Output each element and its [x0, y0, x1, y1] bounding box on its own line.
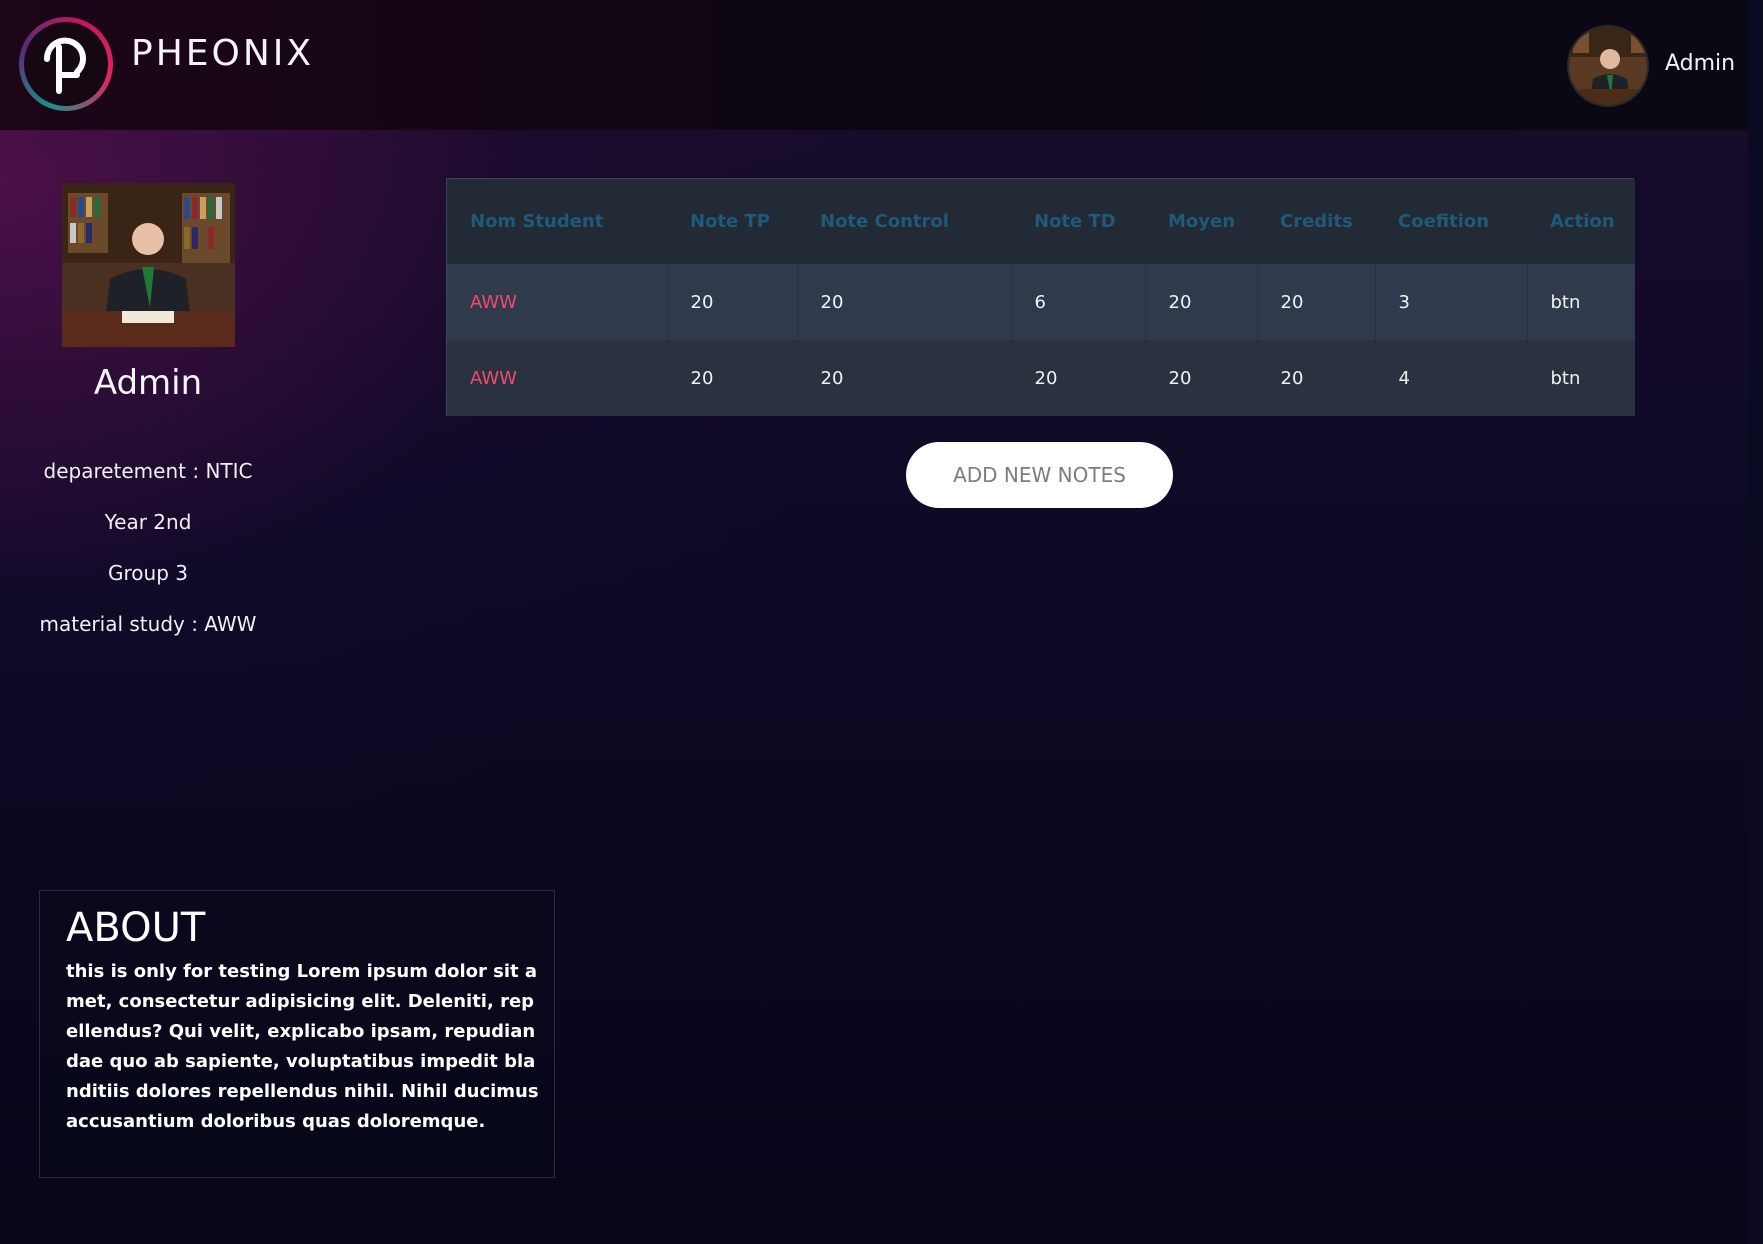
coefition-cell: 4: [1374, 340, 1527, 416]
notes-table: Nom Student Note TP Note Control Note TD…: [446, 178, 1635, 416]
col-action[interactable]: Action: [1527, 179, 1635, 264]
material-info: material study : AWW: [39, 612, 257, 636]
student-name-cell[interactable]: AWW: [447, 340, 667, 416]
table-row: AWW 20 20 20 20 20 4 btn: [447, 340, 1635, 416]
credits-cell: 20: [1256, 340, 1375, 416]
top-header: PHEONIX Admin: [0, 0, 1748, 130]
student-name-cell[interactable]: AWW: [447, 264, 667, 340]
action-button[interactable]: btn: [1526, 264, 1635, 340]
year-info: Year 2nd: [104, 510, 192, 534]
pheonix-logo-icon[interactable]: [19, 17, 113, 111]
table-row: AWW 20 20 6 20 20 3 btn: [447, 264, 1635, 340]
col-coefition[interactable]: Coefition: [1375, 179, 1527, 264]
about-text: this is only for testing Lorem ipsum dol…: [66, 961, 539, 1132]
note-tp-cell: 20: [666, 340, 797, 416]
right-edge: [1748, 0, 1763, 1244]
credits-cell: 20: [1256, 264, 1375, 340]
col-moyen[interactable]: Moyen: [1145, 179, 1257, 264]
col-note-control[interactable]: Note Control: [797, 179, 1011, 264]
note-tp-cell: 20: [666, 264, 797, 340]
profile-name: Admin: [93, 363, 203, 403]
coefition-cell: 3: [1374, 264, 1527, 340]
col-credits[interactable]: Credits: [1257, 179, 1375, 264]
brand-name[interactable]: PHEONIX: [131, 33, 314, 74]
note-td-cell: 20: [1010, 340, 1145, 416]
header-user-name[interactable]: Admin: [1665, 51, 1735, 76]
col-note-td[interactable]: Note TD: [1011, 179, 1145, 264]
moyen-cell: 20: [1144, 340, 1257, 416]
profile-photo: [62, 183, 235, 347]
department-info: deparetement : NTIC: [43, 459, 253, 483]
col-nom-student[interactable]: Nom Student: [447, 179, 667, 264]
col-note-tp[interactable]: Note TP: [667, 179, 797, 264]
action-button[interactable]: btn: [1526, 340, 1635, 416]
table-header-row: Nom Student Note TP Note Control Note TD…: [447, 179, 1635, 264]
user-avatar[interactable]: [1567, 25, 1649, 107]
about-title: ABOUT: [66, 905, 206, 951]
group-info: Group 3: [108, 561, 188, 585]
note-td-cell: 6: [1010, 264, 1145, 340]
about-panel: ABOUT this is only for testing Lorem ips…: [39, 890, 555, 1178]
note-control-cell: 20: [796, 264, 1011, 340]
add-new-notes-button[interactable]: ADD NEW NOTES: [906, 442, 1173, 508]
note-control-cell: 20: [796, 340, 1011, 416]
moyen-cell: 20: [1144, 264, 1257, 340]
